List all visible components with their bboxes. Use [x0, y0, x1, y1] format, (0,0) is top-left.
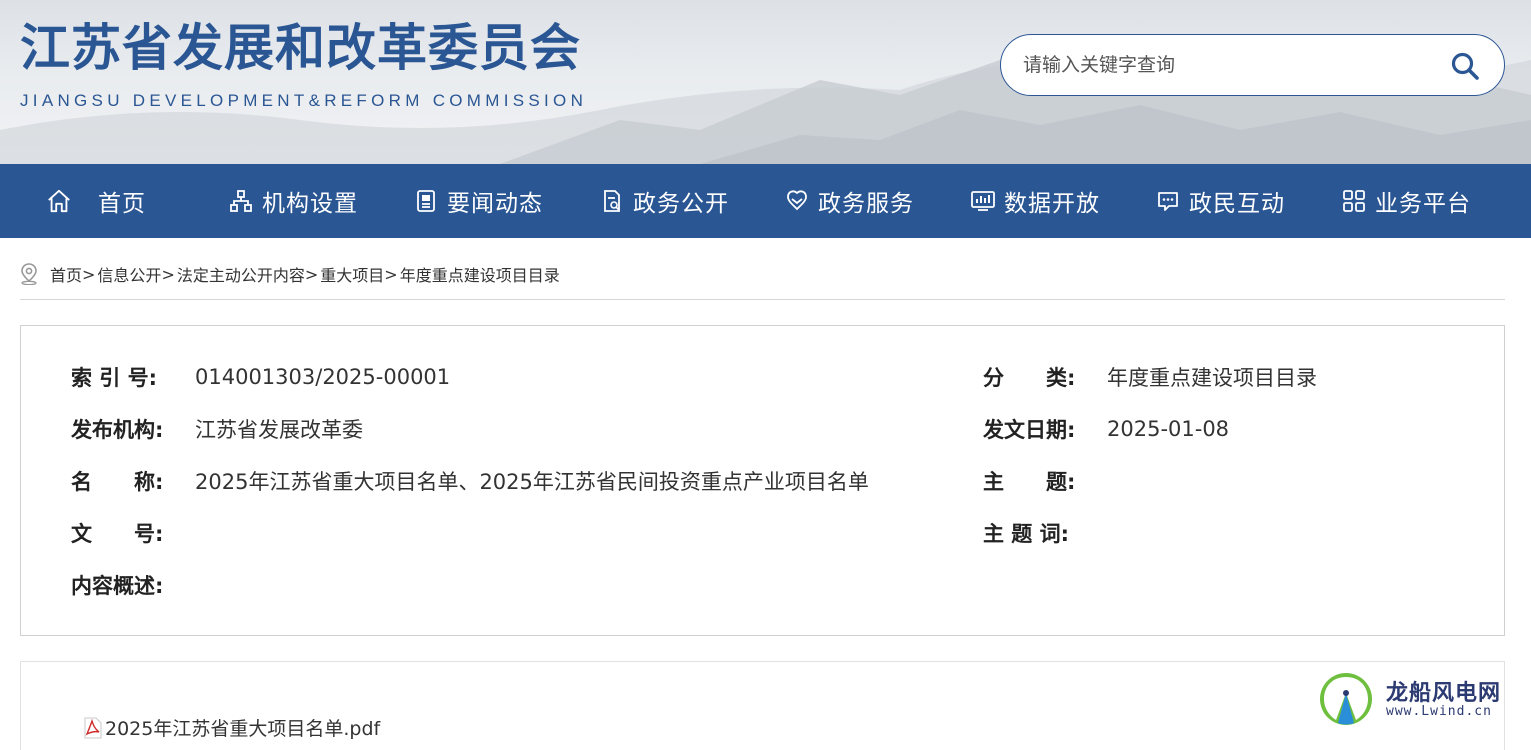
grid-icon: [1341, 188, 1367, 214]
info-key: 索 引 号:: [71, 366, 158, 390]
search-input[interactable]: [1023, 49, 1423, 81]
nav-item-gov-service[interactable]: 政务服务: [784, 164, 914, 238]
breadcrumb: 首页 > 信息公开 > 法定主动公开内容 > 重大项目 > 年度重点建设项目目录: [20, 260, 560, 288]
nav-label: 首页: [98, 191, 146, 217]
info-key: 主 题:: [983, 470, 1076, 494]
attachment-panel: 2025年江苏省重大项目名单.pdf: [20, 661, 1505, 750]
service-hands-icon: [784, 188, 810, 214]
info-key: 主 题 词:: [983, 522, 1070, 546]
info-key: 内容概述:: [71, 574, 164, 598]
nav-item-data-open[interactable]: 数据开放: [970, 164, 1100, 238]
site-header: 江苏省发展和改革委员会 JIANGSU DEVELOPMENT&REFORM C…: [0, 0, 1531, 164]
nav-label: 机构设置: [262, 191, 358, 217]
main-nav: 首页 机构设置 要闻动态 政务公开 政务服务 数据开放 政民互动 业务平台: [0, 164, 1531, 238]
info-key: 发文日期:: [983, 418, 1076, 442]
site-title: 江苏省发展和改革委员会: [20, 19, 581, 77]
info-value: 2025-01-08: [1107, 417, 1230, 441]
document-icon: [599, 188, 625, 214]
attachment-link[interactable]: 2025年江苏省重大项目名单.pdf: [83, 714, 380, 741]
info-key: 发布机构:: [71, 418, 164, 442]
breadcrumb-separator: >: [161, 264, 175, 284]
info-row-summary: 内容概述:: [71, 570, 195, 600]
home-icon: [46, 188, 72, 214]
nav-label: 数据开放: [1004, 191, 1100, 217]
info-value: 014001303/2025-00001: [195, 365, 451, 389]
breadcrumb-current[interactable]: 年度重点建设项目目录: [400, 262, 560, 286]
info-key: 名 称:: [71, 470, 164, 494]
nav-item-home[interactable]: 首页: [46, 164, 146, 238]
breadcrumb-info-open[interactable]: 信息公开: [97, 262, 161, 286]
info-key: 分 类:: [983, 366, 1076, 390]
search-box: [1000, 34, 1505, 96]
watermark-logo-icon: [1320, 673, 1372, 725]
info-row-date: 发文日期: 2025-01-08: [983, 414, 1229, 444]
attachment-filename: 2025年江苏省重大项目名单.pdf: [105, 718, 381, 740]
watermark-url: www.Lwind.cn: [1386, 704, 1492, 719]
breadcrumb-separator: >: [384, 264, 398, 284]
nav-item-interaction[interactable]: 政民互动: [1155, 164, 1285, 238]
org-structure-icon: [228, 188, 254, 214]
breadcrumb-major-projects[interactable]: 重大项目: [320, 262, 384, 286]
nav-label: 业务平台: [1375, 191, 1471, 217]
data-chart-icon: [970, 188, 996, 214]
nav-item-platform[interactable]: 业务平台: [1341, 164, 1471, 238]
nav-label: 政务公开: [633, 191, 729, 217]
search-icon[interactable]: [1450, 51, 1480, 81]
breadcrumb-separator: >: [304, 264, 319, 284]
watermark-title: 龙船风电网: [1386, 681, 1502, 706]
breadcrumb-legal-content[interactable]: 法定主动公开内容: [177, 262, 305, 286]
breadcrumb-divider: [20, 299, 1505, 300]
pdf-icon: [84, 717, 102, 738]
location-pin-icon: [21, 263, 37, 285]
info-value: 江苏省发展改革委: [195, 418, 363, 442]
breadcrumb-separator: >: [82, 264, 96, 284]
info-row-name: 名 称: 2025年江苏省重大项目名单、2025年江苏省民间投资重点产业项目名单: [71, 466, 869, 496]
info-value: 2025年江苏省重大项目名单、2025年江苏省民间投资重点产业项目名单: [195, 470, 869, 494]
site-subtitle: JIANGSU DEVELOPMENT&REFORM COMMISSION: [20, 91, 588, 110]
info-row-doc-number: 文 号:: [71, 518, 195, 548]
info-row-publisher: 发布机构: 江苏省发展改革委: [71, 414, 363, 444]
info-key: 文 号:: [71, 522, 164, 546]
breadcrumb-home[interactable]: 首页: [50, 262, 82, 286]
nav-label: 政务服务: [818, 191, 914, 217]
info-row-topic: 主 题:: [983, 466, 1107, 496]
nav-label: 要闻动态: [447, 191, 543, 217]
chat-icon: [1155, 188, 1181, 214]
nav-item-news[interactable]: 要闻动态: [413, 164, 543, 238]
document-info-panel: 索 引 号: 014001303/2025-00001 发布机构: 江苏省发展改…: [20, 325, 1505, 636]
info-value: 年度重点建设项目目录: [1107, 366, 1317, 390]
nav-item-org[interactable]: 机构设置: [228, 164, 358, 238]
info-row-keywords: 主 题 词:: [983, 518, 1107, 548]
info-row-category: 分 类: 年度重点建设项目目录: [983, 362, 1317, 392]
nav-label: 政民互动: [1189, 191, 1285, 217]
news-icon: [413, 188, 439, 214]
nav-item-gov-open[interactable]: 政务公开: [599, 164, 729, 238]
watermark: 龙船风电网 www.Lwind.cn: [1318, 671, 1518, 731]
info-row-index: 索 引 号: 014001303/2025-00001: [71, 362, 450, 392]
